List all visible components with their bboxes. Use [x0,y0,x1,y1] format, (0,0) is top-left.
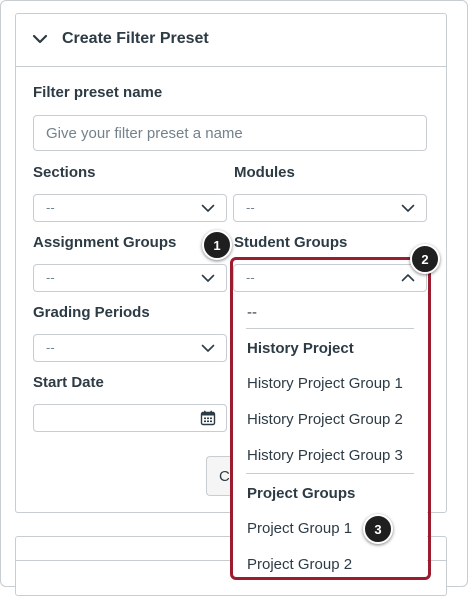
modules-select-value: -- [246,200,255,215]
callout-badge: 3 [363,514,393,544]
modules-select[interactable]: -- [233,194,427,222]
grading-periods-select-value: -- [46,340,55,355]
callout-badge: 1 [202,230,232,260]
assignment-groups-label: Assignment Groups [33,234,177,251]
assignment-groups-select[interactable]: -- [33,264,227,292]
chevron-down-icon [201,274,215,282]
assignment-groups-select-value: -- [46,270,55,285]
chevron-down-icon [32,34,48,44]
student-groups-label: Student Groups [234,234,348,251]
start-date-input[interactable] [33,404,227,432]
sections-label: Sections [33,164,96,181]
sections-select-value: -- [46,200,55,215]
preset-name-input[interactable] [33,115,427,151]
panel-title: Create Filter Preset [62,30,209,47]
grading-periods-select[interactable]: -- [33,334,227,362]
start-date-label: Start Date [33,374,104,391]
grading-periods-label: Grading Periods [33,304,150,321]
highlight-box [230,257,431,580]
preset-name-label: Filter preset name [33,84,163,101]
modules-label: Modules [234,164,295,181]
partially-hidden-button-label: C [219,468,230,485]
callout-badge: 2 [410,244,440,274]
chevron-down-icon [201,344,215,352]
chevron-down-icon [201,204,215,212]
calendar-icon[interactable] [200,410,216,426]
chevron-down-icon [401,204,415,212]
sections-select[interactable]: -- [33,194,227,222]
panel-header-toggle[interactable]: Create Filter Preset [16,14,446,67]
